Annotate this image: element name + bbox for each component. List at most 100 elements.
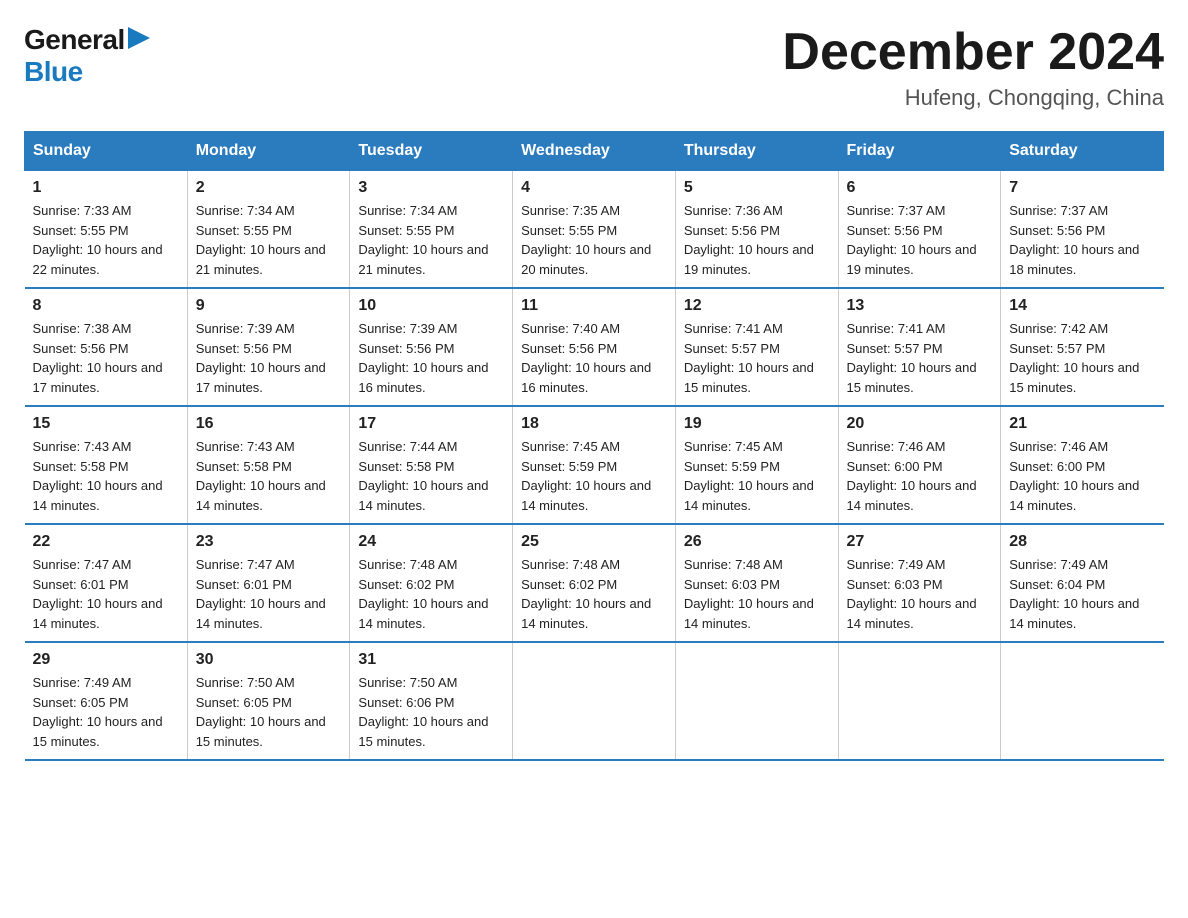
day-info: Sunrise: 7:50 AMSunset: 6:06 PMDaylight:… bbox=[358, 675, 488, 749]
day-number: 6 bbox=[847, 179, 993, 197]
day-info: Sunrise: 7:40 AMSunset: 5:56 PMDaylight:… bbox=[521, 321, 651, 395]
table-row: 22 Sunrise: 7:47 AMSunset: 6:01 PMDaylig… bbox=[25, 524, 188, 642]
day-info: Sunrise: 7:46 AMSunset: 6:00 PMDaylight:… bbox=[847, 439, 977, 513]
day-number: 22 bbox=[33, 533, 179, 551]
day-info: Sunrise: 7:33 AMSunset: 5:55 PMDaylight:… bbox=[33, 203, 163, 277]
table-row: 16 Sunrise: 7:43 AMSunset: 5:58 PMDaylig… bbox=[187, 406, 350, 524]
day-number: 13 bbox=[847, 297, 993, 315]
table-row: 28 Sunrise: 7:49 AMSunset: 6:04 PMDaylig… bbox=[1001, 524, 1164, 642]
table-row: 31 Sunrise: 7:50 AMSunset: 6:06 PMDaylig… bbox=[350, 642, 513, 760]
day-info: Sunrise: 7:45 AMSunset: 5:59 PMDaylight:… bbox=[521, 439, 651, 513]
table-row bbox=[838, 642, 1001, 760]
day-number: 7 bbox=[1009, 179, 1155, 197]
day-info: Sunrise: 7:37 AMSunset: 5:56 PMDaylight:… bbox=[1009, 203, 1139, 277]
day-number: 18 bbox=[521, 415, 667, 433]
day-number: 3 bbox=[358, 179, 504, 197]
col-thursday: Thursday bbox=[675, 132, 838, 171]
table-row: 29 Sunrise: 7:49 AMSunset: 6:05 PMDaylig… bbox=[25, 642, 188, 760]
day-info: Sunrise: 7:37 AMSunset: 5:56 PMDaylight:… bbox=[847, 203, 977, 277]
day-number: 14 bbox=[1009, 297, 1155, 315]
day-info: Sunrise: 7:49 AMSunset: 6:04 PMDaylight:… bbox=[1009, 557, 1139, 631]
day-number: 10 bbox=[358, 297, 504, 315]
table-row: 8 Sunrise: 7:38 AMSunset: 5:56 PMDayligh… bbox=[25, 288, 188, 406]
day-number: 24 bbox=[358, 533, 504, 551]
day-info: Sunrise: 7:49 AMSunset: 6:05 PMDaylight:… bbox=[33, 675, 163, 749]
day-info: Sunrise: 7:47 AMSunset: 6:01 PMDaylight:… bbox=[33, 557, 163, 631]
table-row: 14 Sunrise: 7:42 AMSunset: 5:57 PMDaylig… bbox=[1001, 288, 1164, 406]
calendar-week-row: 22 Sunrise: 7:47 AMSunset: 6:01 PMDaylig… bbox=[25, 524, 1164, 642]
day-number: 30 bbox=[196, 651, 342, 669]
day-number: 12 bbox=[684, 297, 830, 315]
table-row: 10 Sunrise: 7:39 AMSunset: 5:56 PMDaylig… bbox=[350, 288, 513, 406]
day-number: 21 bbox=[1009, 415, 1155, 433]
day-number: 25 bbox=[521, 533, 667, 551]
day-number: 23 bbox=[196, 533, 342, 551]
day-info: Sunrise: 7:42 AMSunset: 5:57 PMDaylight:… bbox=[1009, 321, 1139, 395]
col-friday: Friday bbox=[838, 132, 1001, 171]
day-info: Sunrise: 7:34 AMSunset: 5:55 PMDaylight:… bbox=[358, 203, 488, 277]
table-row: 20 Sunrise: 7:46 AMSunset: 6:00 PMDaylig… bbox=[838, 406, 1001, 524]
location: Hufeng, Chongqing, China bbox=[782, 85, 1164, 111]
calendar-week-row: 8 Sunrise: 7:38 AMSunset: 5:56 PMDayligh… bbox=[25, 288, 1164, 406]
table-row: 19 Sunrise: 7:45 AMSunset: 5:59 PMDaylig… bbox=[675, 406, 838, 524]
logo: General Blue bbox=[24, 24, 150, 88]
table-row: 15 Sunrise: 7:43 AMSunset: 5:58 PMDaylig… bbox=[25, 406, 188, 524]
table-row: 9 Sunrise: 7:39 AMSunset: 5:56 PMDayligh… bbox=[187, 288, 350, 406]
table-row: 18 Sunrise: 7:45 AMSunset: 5:59 PMDaylig… bbox=[513, 406, 676, 524]
day-number: 19 bbox=[684, 415, 830, 433]
calendar-table: Sunday Monday Tuesday Wednesday Thursday… bbox=[24, 131, 1164, 761]
table-row bbox=[1001, 642, 1164, 760]
day-number: 17 bbox=[358, 415, 504, 433]
table-row: 4 Sunrise: 7:35 AMSunset: 5:55 PMDayligh… bbox=[513, 171, 676, 289]
day-info: Sunrise: 7:34 AMSunset: 5:55 PMDaylight:… bbox=[196, 203, 326, 277]
day-info: Sunrise: 7:39 AMSunset: 5:56 PMDaylight:… bbox=[196, 321, 326, 395]
day-number: 27 bbox=[847, 533, 993, 551]
day-info: Sunrise: 7:48 AMSunset: 6:02 PMDaylight:… bbox=[358, 557, 488, 631]
table-row: 7 Sunrise: 7:37 AMSunset: 5:56 PMDayligh… bbox=[1001, 171, 1164, 289]
day-number: 11 bbox=[521, 297, 667, 315]
day-info: Sunrise: 7:35 AMSunset: 5:55 PMDaylight:… bbox=[521, 203, 651, 277]
day-info: Sunrise: 7:48 AMSunset: 6:03 PMDaylight:… bbox=[684, 557, 814, 631]
table-row: 5 Sunrise: 7:36 AMSunset: 5:56 PMDayligh… bbox=[675, 171, 838, 289]
day-number: 31 bbox=[358, 651, 504, 669]
day-info: Sunrise: 7:36 AMSunset: 5:56 PMDaylight:… bbox=[684, 203, 814, 277]
table-row: 11 Sunrise: 7:40 AMSunset: 5:56 PMDaylig… bbox=[513, 288, 676, 406]
day-info: Sunrise: 7:47 AMSunset: 6:01 PMDaylight:… bbox=[196, 557, 326, 631]
day-number: 8 bbox=[33, 297, 179, 315]
day-number: 26 bbox=[684, 533, 830, 551]
table-row bbox=[675, 642, 838, 760]
title-block: December 2024 Hufeng, Chongqing, China bbox=[782, 24, 1164, 111]
table-row: 13 Sunrise: 7:41 AMSunset: 5:57 PMDaylig… bbox=[838, 288, 1001, 406]
day-info: Sunrise: 7:43 AMSunset: 5:58 PMDaylight:… bbox=[33, 439, 163, 513]
day-number: 29 bbox=[33, 651, 179, 669]
table-row: 17 Sunrise: 7:44 AMSunset: 5:58 PMDaylig… bbox=[350, 406, 513, 524]
day-number: 28 bbox=[1009, 533, 1155, 551]
table-row: 12 Sunrise: 7:41 AMSunset: 5:57 PMDaylig… bbox=[675, 288, 838, 406]
table-row: 2 Sunrise: 7:34 AMSunset: 5:55 PMDayligh… bbox=[187, 171, 350, 289]
day-info: Sunrise: 7:41 AMSunset: 5:57 PMDaylight:… bbox=[684, 321, 814, 395]
col-sunday: Sunday bbox=[25, 132, 188, 171]
day-info: Sunrise: 7:43 AMSunset: 5:58 PMDaylight:… bbox=[196, 439, 326, 513]
table-row: 26 Sunrise: 7:48 AMSunset: 6:03 PMDaylig… bbox=[675, 524, 838, 642]
day-number: 20 bbox=[847, 415, 993, 433]
day-info: Sunrise: 7:48 AMSunset: 6:02 PMDaylight:… bbox=[521, 557, 651, 631]
day-number: 2 bbox=[196, 179, 342, 197]
day-info: Sunrise: 7:46 AMSunset: 6:00 PMDaylight:… bbox=[1009, 439, 1139, 513]
table-row: 3 Sunrise: 7:34 AMSunset: 5:55 PMDayligh… bbox=[350, 171, 513, 289]
table-row: 30 Sunrise: 7:50 AMSunset: 6:05 PMDaylig… bbox=[187, 642, 350, 760]
col-saturday: Saturday bbox=[1001, 132, 1164, 171]
day-info: Sunrise: 7:38 AMSunset: 5:56 PMDaylight:… bbox=[33, 321, 163, 395]
day-number: 4 bbox=[521, 179, 667, 197]
col-wednesday: Wednesday bbox=[513, 132, 676, 171]
day-number: 5 bbox=[684, 179, 830, 197]
month-title: December 2024 bbox=[782, 24, 1164, 81]
day-info: Sunrise: 7:50 AMSunset: 6:05 PMDaylight:… bbox=[196, 675, 326, 749]
table-row: 25 Sunrise: 7:48 AMSunset: 6:02 PMDaylig… bbox=[513, 524, 676, 642]
day-info: Sunrise: 7:39 AMSunset: 5:56 PMDaylight:… bbox=[358, 321, 488, 395]
col-monday: Monday bbox=[187, 132, 350, 171]
table-row: 21 Sunrise: 7:46 AMSunset: 6:00 PMDaylig… bbox=[1001, 406, 1164, 524]
col-tuesday: Tuesday bbox=[350, 132, 513, 171]
table-row: 27 Sunrise: 7:49 AMSunset: 6:03 PMDaylig… bbox=[838, 524, 1001, 642]
logo-blue-text: Blue bbox=[24, 56, 83, 87]
logo-arrow-icon bbox=[128, 27, 150, 49]
